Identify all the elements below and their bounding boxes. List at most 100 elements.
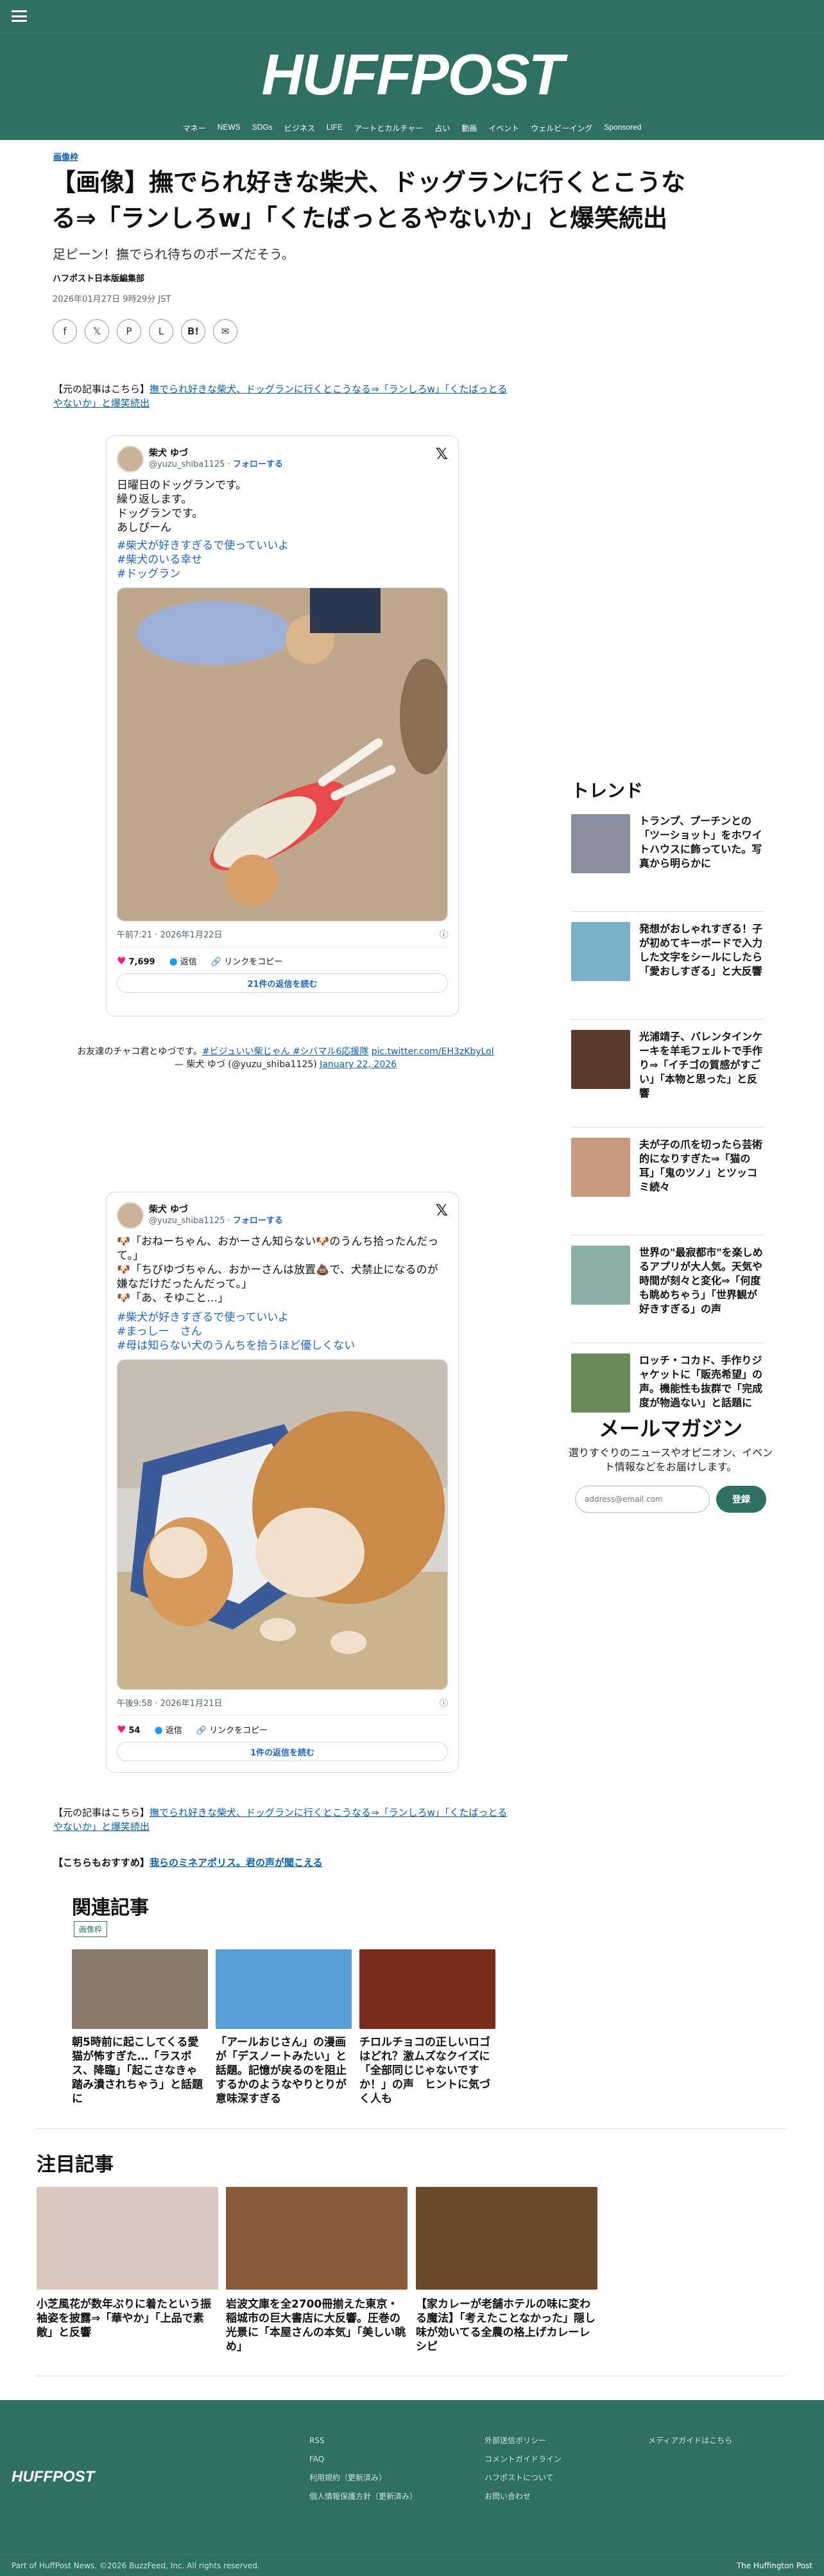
related-card[interactable]: チロルチョコの正しいロゴはどれ？激ムズなクイズに「全部同じじゃないですか！」の声… (359, 1949, 495, 2106)
trend-thumbnail[interactable] (571, 922, 630, 981)
section-tag[interactable]: 画像枠 (53, 150, 78, 162)
nav-item[interactable]: マネー (177, 123, 212, 134)
hatena-icon[interactable]: B! (181, 319, 205, 344)
copy-link-button[interactable]: 🔗 リンクをコピー (196, 1723, 268, 1736)
nav-item[interactable]: イベント (483, 123, 525, 134)
tweet-timestamp[interactable]: 午後9:58 · 2026年1月21日 (117, 1696, 223, 1709)
trend-item[interactable]: 光浦靖子、バレンタインケーキを羊毛フェルトで手作り⇒「イチゴの質感がすごい」「本… (571, 1030, 764, 1127)
footer-link[interactable]: RSS (309, 2432, 417, 2450)
huffpost-logo[interactable]: HUFFPOST (0, 46, 824, 104)
featured-card[interactable]: 小芝風花が数年ぶりに着たという振袖姿を披露⇒「華やか」「上品で素敵」と反響 (37, 2187, 218, 2340)
copy-link-button[interactable]: 🔗 リンクをコピー (211, 955, 282, 967)
trend-thumbnail[interactable] (571, 1030, 630, 1089)
avatar[interactable] (117, 446, 144, 473)
caption-pic-link[interactable]: pic.twitter.com/EH3zKbyLol (372, 1047, 494, 1057)
trend-item[interactable]: トランプ、プーチンとの「ツーショット」をホワイトハウスに飾っていた。写真から明ら… (571, 814, 764, 912)
related-headline[interactable]: 「アールおじさん」の漫画が「デスノートみたい」と話題。記憶が戻るのを阻止するかの… (216, 2035, 352, 2106)
nav-item[interactable]: Sponsored (598, 123, 647, 134)
recommend-link[interactable]: 我らのミネアポリス。君の声が聞こえる (150, 1857, 323, 1868)
trend-headline[interactable]: 発想がおしゃれすぎる！子が初めてキーボードで入力した文字をシールにしたら「愛おし… (639, 922, 764, 1009)
featured-headline[interactable]: 小芝風花が数年ぶりに着たという振袖姿を披露⇒「華やか」「上品で素敵」と反響 (37, 2297, 218, 2340)
follow-button[interactable]: フォローする (233, 1216, 283, 1226)
tweet-hashtags[interactable]: #柴犬が好きすぎるで使っていいよ #まっしー さん #母は知らない犬のうんちを拾… (117, 1310, 448, 1353)
caption-hashtag-link[interactable]: #ビジュいい柴じゃん #シバマル6応援隊 (202, 1047, 368, 1057)
related-badge[interactable]: 画像枠 (74, 1921, 108, 1937)
trend-item[interactable]: 世界の"最寂都市"を楽しめるアプリが大人気。天気や時間が刻々と変化⇒「何度も眺め… (571, 1246, 764, 1343)
related-image[interactable] (359, 1949, 495, 2029)
footer-link[interactable]: 外部送信ポリシー (485, 2432, 562, 2450)
trend-headline[interactable]: 夫が子の爪を切ったら芸術的になりすぎた⇒「猫の耳」「鬼のツノ」とツッコミ続々 (639, 1138, 764, 1224)
trend-thumbnail[interactable] (571, 1138, 630, 1197)
follow-button[interactable]: フォローする (233, 460, 283, 469)
tweet-timestamp[interactable]: 午前7:21 · 2026年1月22日 (117, 928, 223, 940)
trend-thumbnail[interactable] (571, 1353, 630, 1413)
x-icon[interactable]: 𝕏 (85, 319, 109, 344)
nav-item[interactable]: ウェルビーイング (525, 123, 598, 134)
email-field[interactable] (575, 1486, 710, 1513)
related-image[interactable] (216, 1949, 352, 2029)
pinterest-icon[interactable]: P (117, 319, 141, 344)
info-icon[interactable]: ⓘ (440, 1696, 448, 1709)
nav-item[interactable]: SDGs (246, 123, 279, 134)
footer-link[interactable]: FAQ (309, 2450, 417, 2469)
related-headline[interactable]: チロルチョコの正しいロゴはどれ？激ムズなクイズに「全部同じじゃないですか！」の声… (359, 2035, 495, 2106)
footer-brand[interactable]: The Huffington Post (737, 2561, 812, 2570)
tweet-author-name[interactable]: 柴犬 ゆづ (149, 1204, 283, 1215)
trend-thumbnail[interactable] (571, 814, 630, 873)
footer-link[interactable]: メディアガイドはこちら (648, 2432, 732, 2450)
tweet-handle[interactable]: @yuzu_shiba1125 (149, 460, 225, 469)
featured-headline[interactable]: 岩波文庫を全2700冊揃えた東京・稲城市の巨大書店に大反響。圧巻の光景に「本屋さ… (226, 2297, 408, 2354)
subscribe-button[interactable]: 登録 (716, 1486, 766, 1513)
nav-item[interactable]: ビジネス (279, 123, 321, 134)
like-button[interactable]: ♥ 54 (117, 1723, 141, 1736)
related-card[interactable]: 「アールおじさん」の漫画が「デスノートみたい」と話題。記憶が戻るのを阻止するかの… (216, 1949, 352, 2106)
footer-logo[interactable]: HUFFPOST (12, 2468, 94, 2486)
trend-item[interactable]: 発想がおしゃれすぎる！子が初めてキーボードで入力した文字をシールにしたら「愛おし… (571, 922, 764, 1020)
related-image[interactable] (72, 1949, 208, 2029)
x-logo-icon[interactable]: 𝕏 (436, 1201, 448, 1219)
footer-link[interactable]: お問い合わせ (485, 2487, 562, 2506)
trend-thumbnail[interactable] (571, 1246, 630, 1305)
trend-headline[interactable]: 世界の"最寂都市"を楽しめるアプリが大人気。天気や時間が刻々と変化⇒「何度も眺め… (639, 1246, 764, 1332)
footer-link[interactable]: コメントガイドライン (485, 2450, 562, 2469)
related-headline[interactable]: 朝5時前に起こしてくる愛猫が怖すぎた…「ラスボス、降臨」「起こさなきゃ踏み潰され… (72, 2035, 208, 2106)
x-logo-icon[interactable]: 𝕏 (436, 445, 448, 463)
byline[interactable]: ハフポスト日本版編集部 (53, 272, 144, 284)
menu-icon[interactable] (12, 10, 27, 22)
related-card[interactable]: 朝5時前に起こしてくる愛猫が怖すぎた…「ラスボス、降臨」「起こさなきゃ踏み潰され… (72, 1949, 208, 2106)
nav-item[interactable]: 動画 (456, 123, 483, 134)
tweet-photo-dogs[interactable] (117, 1359, 448, 1690)
tweet-author-name[interactable]: 柴犬 ゆづ (149, 448, 283, 459)
facebook-icon[interactable]: f (53, 319, 77, 344)
nav-item[interactable]: NEWS (212, 123, 246, 134)
trend-headline[interactable]: トランプ、プーチンとの「ツーショット」をホワイトハウスに飾っていた。写真から明ら… (639, 814, 764, 901)
featured-card[interactable]: 【家カレーが老舗ホテルの味に変わる魔法】「考えたことなかった」隠し味が効いてる全… (416, 2187, 597, 2354)
trend-item[interactable]: 夫が子の爪を切ったら芸術的になりすぎた⇒「猫の耳」「鬼のツノ」とツッコミ続々 (571, 1138, 764, 1235)
read-replies-button[interactable]: 21件の返信を読む (117, 973, 448, 993)
nav-item[interactable]: 占い (429, 123, 456, 134)
nav-item[interactable]: LIFE (321, 123, 348, 134)
trend-headline[interactable]: 光浦靖子、バレンタインケーキを羊毛フェルトで手作り⇒「イチゴの質感がすごい」「本… (639, 1030, 764, 1117)
caption-date-link[interactable]: January 22, 2026 (320, 1059, 397, 1070)
like-button[interactable]: ♥ 7,699 (117, 955, 155, 967)
footer-link[interactable]: ハフポストについて (485, 2469, 562, 2487)
featured-image[interactable] (416, 2187, 597, 2290)
reply-button[interactable]: ● 返信 (169, 955, 197, 967)
tweet-photo-dogs[interactable] (117, 587, 448, 921)
footer-link[interactable]: 利用規約（更新済み） (309, 2469, 417, 2487)
tweet-hashtags[interactable]: #柴犬が好きすぎるで使っていいよ #柴犬のいる幸せ #ドッグラン (117, 539, 448, 581)
like-count: 7,699 (128, 957, 155, 967)
line-icon[interactable]: L (149, 319, 173, 344)
tweet-handle[interactable]: @yuzu_shiba1125 (149, 1216, 225, 1226)
featured-image[interactable] (226, 2187, 408, 2290)
featured-card[interactable]: 岩波文庫を全2700冊揃えた東京・稲城市の巨大書店に大反響。圧巻の光景に「本屋さ… (226, 2187, 408, 2354)
nav-item[interactable]: アートとカルチャー (348, 123, 429, 134)
featured-headline[interactable]: 【家カレーが老舗ホテルの味に変わる魔法】「考えたことなかった」隠し味が効いてる全… (416, 2297, 597, 2354)
read-replies-button[interactable]: 1件の返信を読む (117, 1742, 448, 1761)
info-icon[interactable]: ⓘ (440, 928, 448, 940)
avatar[interactable] (117, 1202, 144, 1229)
featured-image[interactable] (37, 2187, 218, 2290)
footer-link[interactable]: 個人情報保護方針（更新済み） (309, 2487, 417, 2506)
reply-button[interactable]: ● 返信 (155, 1723, 182, 1736)
email-icon[interactable]: ✉ (213, 319, 237, 344)
